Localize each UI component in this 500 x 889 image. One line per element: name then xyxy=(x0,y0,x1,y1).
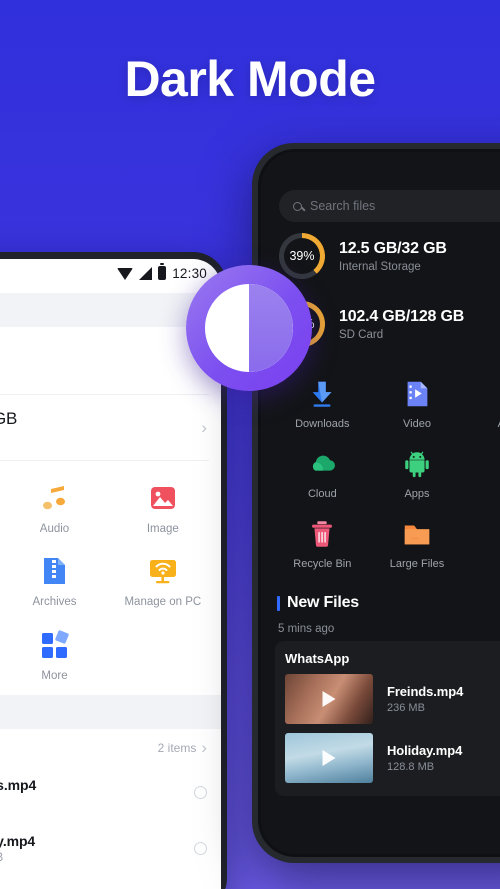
search-icon xyxy=(293,201,302,211)
dark-grid-item-apps[interactable]: Apps xyxy=(370,442,465,506)
storage-subtitle: SD Card xyxy=(0,432,201,446)
dark-category-grid: Downloads Video Cloud Apps Recycle Bin L… xyxy=(275,358,500,582)
play-icon[interactable] xyxy=(322,750,336,766)
grid-label: Manage on PC xyxy=(124,596,202,609)
storage-subtitle: Internal Storage xyxy=(339,260,421,273)
file-size: 128.8 MB xyxy=(0,852,194,864)
zip-archive-icon xyxy=(44,558,66,585)
video-thumbnail xyxy=(285,733,373,783)
dark-search-input[interactable]: Search files xyxy=(279,190,500,222)
signal-icon xyxy=(139,267,153,280)
dark-file-row[interactable]: Freinds.mp4 236 MB xyxy=(285,674,500,724)
new-files-title: New Files xyxy=(287,594,360,611)
light-file-row[interactable]: Freinds.mp4 236 MB xyxy=(0,764,221,821)
promo-screenshot: Dark Mode 12:30 Search files 12.5 GB/32 … xyxy=(0,0,500,889)
file-size: 236 MB xyxy=(0,796,194,808)
video-thumbnail xyxy=(285,674,373,724)
grid-label: Audio xyxy=(39,523,70,535)
new-files-card: WhatsApp Freinds.mp4 236 MB Holiday.mp4 … xyxy=(275,641,500,796)
video-file-icon xyxy=(407,381,428,407)
grid-label: Cloud xyxy=(307,488,337,500)
file-name: Freinds.mp4 xyxy=(387,684,464,699)
light-grid-item-more[interactable]: More xyxy=(0,622,108,685)
document-icon xyxy=(496,448,500,480)
dark-mode-phone-mockup: Search files 39% 12.5 GB/32 GB Internal … xyxy=(252,143,500,863)
music-note-icon xyxy=(496,378,500,410)
storage-subtitle: Internal Storage xyxy=(0,366,201,380)
grid-label: Large Files xyxy=(389,558,445,570)
light-file-row[interactable]: Holiday.mp4 128.8 MB xyxy=(0,820,221,877)
battery-icon xyxy=(158,263,167,280)
grid-more-icon xyxy=(42,630,70,658)
light-phone-screen: 12:30 Search files 12.5 GB/32 GB Interna… xyxy=(0,259,221,889)
grid-more-icon xyxy=(496,518,500,550)
storage-title: 12.5 GB/32 GB xyxy=(0,343,201,363)
storage-title: 12.5 GB/32 GB xyxy=(339,239,447,257)
new-files-timestamp: 5 mins ago xyxy=(278,623,335,635)
light-search-input[interactable]: Search files xyxy=(0,293,211,327)
storage-ring-internal: 39% xyxy=(279,233,325,279)
storage-title: 102.4 GB/128 GB xyxy=(0,409,18,428)
select-radio[interactable] xyxy=(194,841,207,855)
page-title: Dark Mode xyxy=(124,51,376,107)
grid-label: Archives xyxy=(32,596,77,609)
grid-label: Recycle Bin xyxy=(293,558,352,570)
storage-percent: 39% xyxy=(284,238,320,274)
dark-mode-toggle-badge[interactable] xyxy=(186,265,312,391)
status-clock: 12:30 xyxy=(172,265,207,281)
file-name: Freinds.mp4 xyxy=(0,776,37,793)
play-icon[interactable] xyxy=(322,691,336,707)
chevron-right-icon: › xyxy=(201,418,207,437)
grid-label: Apps xyxy=(404,488,430,500)
cloud-icon xyxy=(313,455,336,471)
storage-subtitle: SD Card xyxy=(339,328,384,341)
dark-file-row[interactable]: Holiday.mp4 128.8 MB xyxy=(285,733,500,783)
light-grid-item-manage-on-pc[interactable]: Manage on PC xyxy=(109,548,217,611)
wifi-icon xyxy=(117,267,134,280)
select-radio[interactable] xyxy=(194,785,207,799)
dark-grid-item-large-files[interactable]: Large Files xyxy=(370,512,465,576)
dark-phone-screen: Search files 39% 12.5 GB/32 GB Internal … xyxy=(261,152,500,854)
image-icon xyxy=(150,487,175,509)
monitor-wifi-icon xyxy=(149,560,176,584)
trash-bin-icon xyxy=(312,521,333,547)
folder-icon xyxy=(404,525,430,545)
contrast-half-circle-icon xyxy=(205,284,293,372)
dark-storage-row-internal[interactable]: 39% 12.5 GB/32 GB Internal Storage xyxy=(275,222,500,290)
dark-grid-item-video[interactable]: Video xyxy=(370,372,465,436)
chevron-right-icon: › xyxy=(201,738,207,758)
dark-grid-item-recycle-bin[interactable]: Recycle Bin xyxy=(275,512,370,576)
dark-search-placeholder: Search files xyxy=(310,199,376,213)
new-files-heading: New Files xyxy=(275,582,500,614)
grid-label: More xyxy=(41,669,68,682)
download-arrow-icon xyxy=(312,381,332,407)
source-app-name: WhatsApp xyxy=(285,651,350,666)
grid-label: Downloads xyxy=(295,418,350,430)
dark-grid-item-downloads[interactable]: Downloads xyxy=(275,372,370,436)
phone-bezel: Search files 39% 12.5 GB/32 GB Internal … xyxy=(258,149,500,857)
grid-label: Video xyxy=(403,418,431,430)
light-category-grid: Video Audio Image xyxy=(0,461,221,695)
file-size: 236 MB xyxy=(387,702,425,714)
light-grid-item-archives[interactable]: Archives xyxy=(0,548,108,611)
android-robot-icon xyxy=(405,451,429,478)
dark-grid-item-more[interactable]: More xyxy=(464,512,500,576)
light-storage-row-sdcard[interactable]: 102.4 GB/128 GB SD Card › xyxy=(0,395,221,460)
items-count-label: 2 items xyxy=(157,740,197,755)
dark-grid-item-cloud[interactable]: Cloud xyxy=(275,442,370,506)
accent-bar xyxy=(277,595,280,611)
light-status-bar: 12:30 xyxy=(0,259,221,287)
light-grid-item-image[interactable]: Image xyxy=(109,475,217,538)
light-items-count-bar[interactable]: 2 items › xyxy=(0,729,221,765)
dark-grid-item-docs[interactable]: Docs xyxy=(464,442,500,506)
section-gap xyxy=(0,695,221,730)
file-size: 128.8 MB xyxy=(387,761,435,773)
music-note-icon xyxy=(43,486,66,510)
file-name: Holiday.mp4 xyxy=(387,743,463,758)
light-grid-item-audio[interactable]: Audio xyxy=(0,475,108,538)
file-name: Holiday.mp4 xyxy=(0,832,36,849)
storage-title: 102.4 GB/128 GB xyxy=(339,307,465,325)
dark-grid-item-audio[interactable]: Audio xyxy=(464,372,500,436)
grid-label: Image xyxy=(146,523,179,535)
